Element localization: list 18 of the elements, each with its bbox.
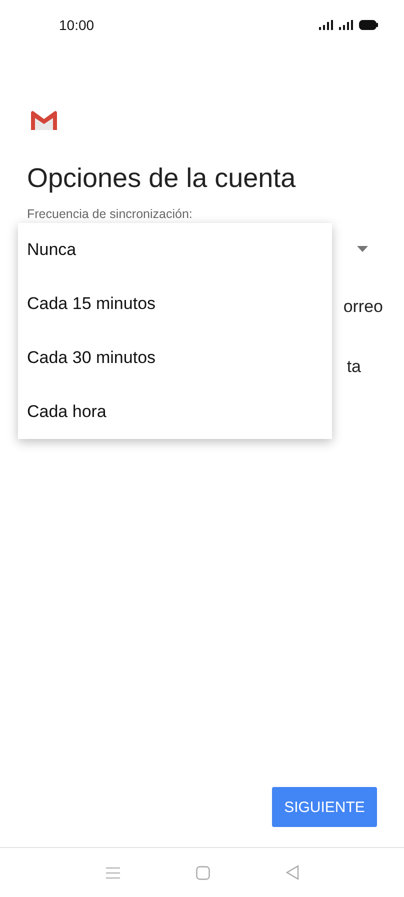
- battery-icon: [359, 20, 378, 30]
- back-icon[interactable]: [286, 865, 298, 880]
- menu-item[interactable]: Nunca: [18, 223, 332, 277]
- mail-logo-icon: [31, 111, 57, 130]
- menu-icon[interactable]: [106, 866, 120, 878]
- option-label: ta: [346, 357, 361, 377]
- menu-item[interactable]: Cada hora: [18, 385, 332, 439]
- home-icon[interactable]: [196, 866, 210, 880]
- dropdown-arrow-icon[interactable]: [357, 246, 368, 252]
- status-time: 10:00: [59, 17, 94, 33]
- signal-icon: [319, 20, 334, 30]
- field-label: Frecuencia de sincronización:: [27, 207, 194, 221]
- page-title: Opciones de la cuenta: [27, 163, 297, 194]
- menu-item[interactable]: Cada 30 minutos: [18, 331, 332, 385]
- signal-icon: [339, 20, 354, 30]
- option-label: orreo: [343, 297, 383, 317]
- menu-item[interactable]: Cada 15 minutos: [18, 277, 332, 331]
- next-button[interactable]: SIGUIENTE: [272, 787, 377, 827]
